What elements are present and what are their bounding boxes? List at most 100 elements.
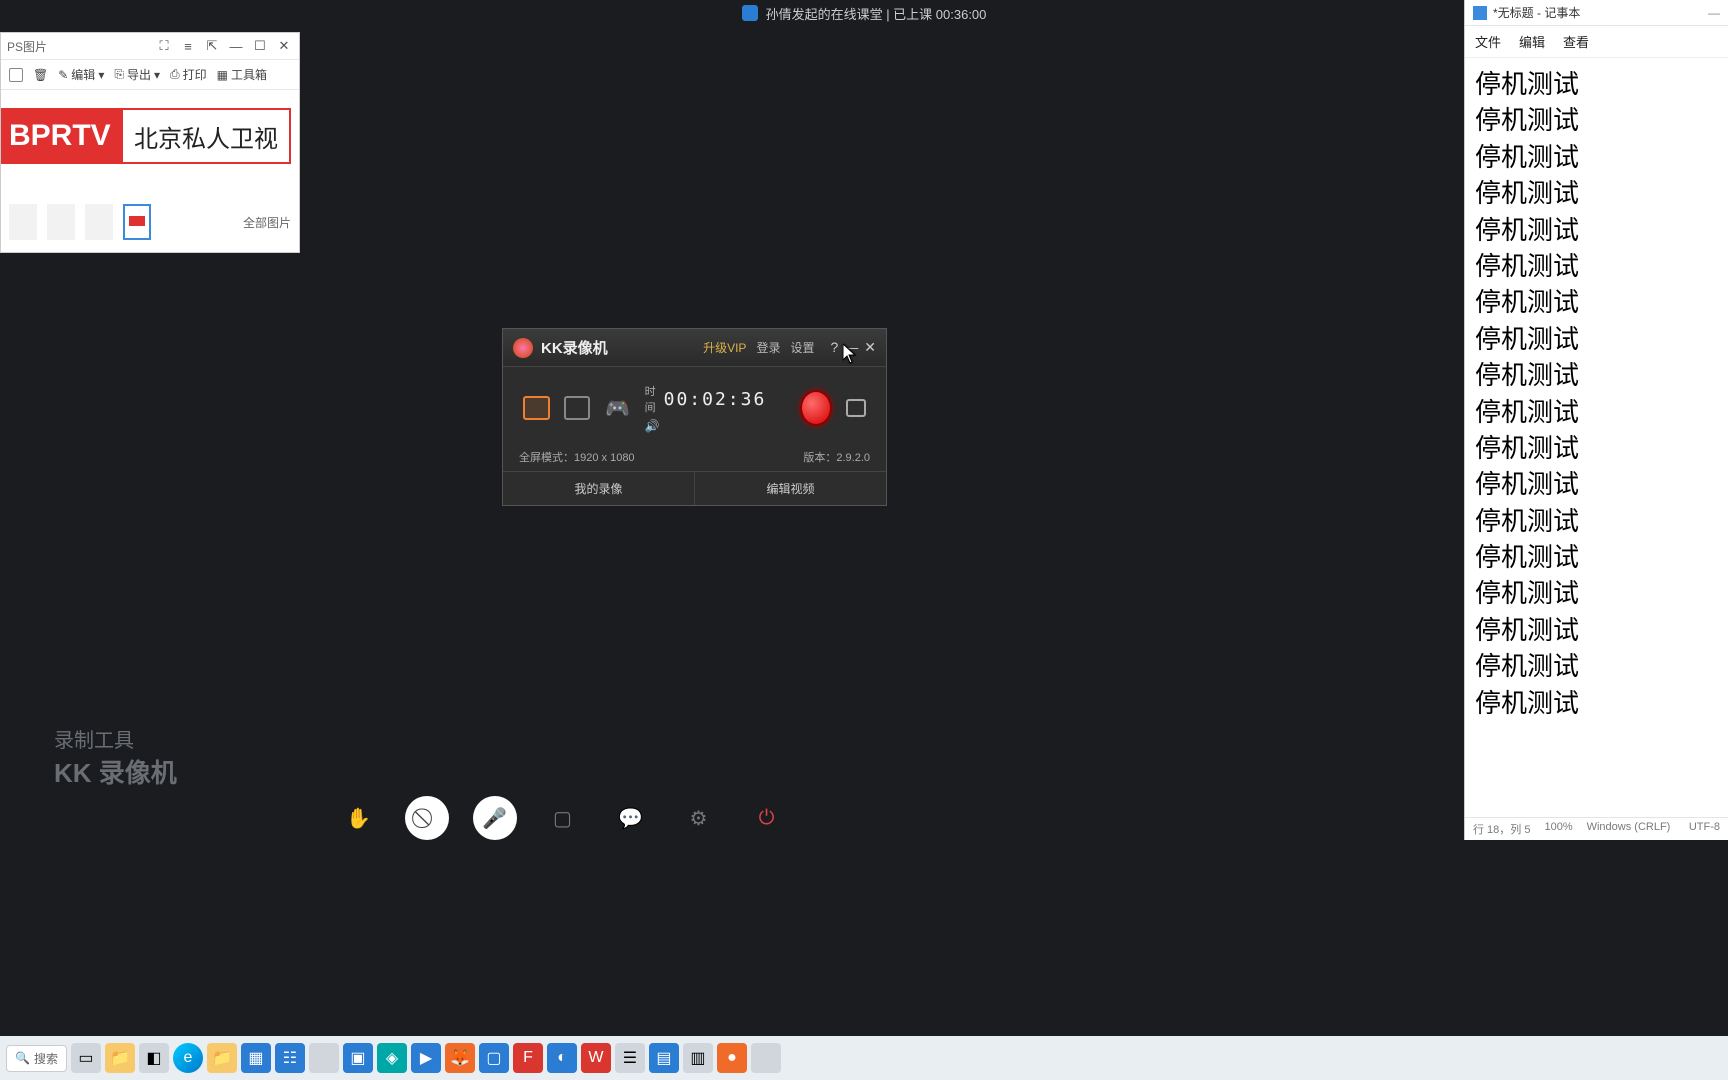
- edit-video-tab[interactable]: 编辑视频: [695, 472, 886, 505]
- notepad-titlebar[interactable]: *无标题 - 记事本 —: [1465, 0, 1728, 26]
- app-icon[interactable]: ☷: [275, 1043, 305, 1073]
- record-button[interactable]: [800, 390, 832, 426]
- firefox-icon[interactable]: 🦊: [445, 1043, 475, 1073]
- notepad-text-area[interactable]: 停机测试停机测试停机测试停机测试停机测试停机测试停机测试停机测试停机测试停机测试…: [1465, 58, 1728, 817]
- wps-export-button[interactable]: ⎘导出▾: [114, 66, 160, 83]
- task-view-icon[interactable]: ▭: [71, 1043, 101, 1073]
- windows-taskbar: 🔍 搜索 ▭ 📁 ◧ e 📁 ▦ ☷ ▣ ◈ ▶ 🦊 ▢ F ◐ W ☰ ▤ ▥…: [0, 1036, 1728, 1080]
- app-icon[interactable]: ◧: [139, 1043, 169, 1073]
- wps-image-window: PS图片 ⛶ ≡ ⇱ — ☐ ✕ 🗑 ✎编辑▾ ⎘导出▾ ⎙打印 ▦工具箱 BP…: [0, 32, 300, 253]
- fullscreen-mode-button[interactable]: [523, 396, 550, 420]
- class-icon: [742, 5, 758, 21]
- kk-taskbar-icon[interactable]: ●: [717, 1043, 747, 1073]
- taskbar-search[interactable]: 🔍 搜索: [6, 1045, 67, 1072]
- wps-tools-button[interactable]: ▦工具箱: [217, 66, 267, 83]
- list-icon[interactable]: ≡: [179, 37, 197, 55]
- time-label: 时间: [645, 383, 656, 415]
- notepad-line: 停机测试: [1475, 139, 1718, 175]
- wps-thumbnail-strip: 全部图片: [1, 192, 299, 252]
- kk-app-name: KK录像机: [541, 337, 608, 358]
- mouse-cursor: [843, 344, 857, 364]
- notepad-line: 停机测试: [1475, 612, 1718, 648]
- notepad-line: 停机测试: [1475, 575, 1718, 611]
- app-icon[interactable]: ▶: [411, 1043, 441, 1073]
- app-icon[interactable]: ▣: [343, 1043, 373, 1073]
- notepad-line: 停机测试: [1475, 503, 1718, 539]
- notepad-line: 停机测试: [1475, 102, 1718, 138]
- pin-icon[interactable]: ⇱: [203, 37, 221, 55]
- login-link[interactable]: 登录: [756, 339, 780, 356]
- watermark-line1: 录制工具: [54, 724, 177, 753]
- notepad-line: 停机测试: [1475, 357, 1718, 393]
- menu-file[interactable]: 文件: [1475, 32, 1501, 51]
- notepad-statusbar: 行 18，列 5 100% Windows (CRLF) UTF-8: [1465, 817, 1728, 840]
- thumbnail[interactable]: [9, 204, 37, 240]
- app-icon[interactable]: ◐: [547, 1043, 577, 1073]
- wps-edit-button[interactable]: ✎编辑▾: [58, 66, 104, 83]
- notepad-line: 停机测试: [1475, 175, 1718, 211]
- app-icon[interactable]: ▦: [241, 1043, 271, 1073]
- notepad-line: 停机测试: [1475, 321, 1718, 357]
- region-mode-button[interactable]: [564, 396, 591, 420]
- class-banner-text: 孙倩发起的在线课堂 | 已上课 00:36:00: [766, 4, 987, 23]
- app-icon[interactable]: ▢: [479, 1043, 509, 1073]
- chat-icon: 💬: [609, 796, 653, 840]
- help-icon[interactable]: ?: [830, 339, 838, 356]
- explorer-icon[interactable]: 📁: [105, 1043, 135, 1073]
- notepad-icon: [1473, 6, 1487, 20]
- logo-cn-text: 北京私人卫视: [123, 110, 289, 162]
- kk-logo-icon: [513, 338, 533, 358]
- wps-open-button[interactable]: [9, 66, 23, 83]
- my-recordings-tab[interactable]: 我的录像: [503, 472, 695, 505]
- notepad-line: 停机测试: [1475, 685, 1718, 721]
- app-icon[interactable]: ☰: [615, 1043, 645, 1073]
- app-icon[interactable]: ◈: [377, 1043, 407, 1073]
- upgrade-vip-link[interactable]: 升级VIP: [703, 339, 746, 356]
- maximize-icon[interactable]: ☐: [251, 37, 269, 55]
- thumbnail[interactable]: [47, 204, 75, 240]
- wps-titlebar[interactable]: PS图片 ⛶ ≡ ⇱ — ☐ ✕: [1, 33, 299, 60]
- wps-toolbar: 🗑 ✎编辑▾ ⎘导出▾ ⎙打印 ▦工具箱: [1, 60, 299, 90]
- menu-view[interactable]: 查看: [1563, 32, 1589, 51]
- all-images-link[interactable]: 全部图片: [243, 214, 291, 231]
- app-icon[interactable]: ▥: [683, 1043, 713, 1073]
- export-icon: ⎘: [114, 67, 124, 82]
- folder-icon[interactable]: 📁: [207, 1043, 237, 1073]
- watermark-line2: KK 录像机: [54, 753, 177, 790]
- wps-delete-button[interactable]: 🗑: [33, 66, 48, 83]
- notepad-line: 停机测试: [1475, 66, 1718, 102]
- thumbnail[interactable]: [85, 204, 113, 240]
- thumbnail-selected[interactable]: [123, 204, 151, 240]
- notepad-line: 停机测试: [1475, 466, 1718, 502]
- app-icon[interactable]: ▤: [649, 1043, 679, 1073]
- encoding: UTF-8: [1689, 821, 1720, 837]
- kk-titlebar[interactable]: KK录像机 升级VIP 登录 设置 ? — ✕: [503, 329, 886, 367]
- edge-icon[interactable]: e: [173, 1043, 203, 1073]
- app-icon[interactable]: F: [513, 1043, 543, 1073]
- cursor-position: 行 18，列 5: [1473, 821, 1530, 837]
- app-icon[interactable]: W: [581, 1043, 611, 1073]
- hand-icon: ✋: [337, 796, 381, 840]
- wps-title: PS图片: [7, 38, 47, 55]
- fullscreen-icon[interactable]: ⛶: [155, 37, 173, 55]
- close-icon[interactable]: ✕: [864, 339, 876, 356]
- screenshot-button[interactable]: [846, 399, 866, 417]
- game-mode-button[interactable]: 🎮: [604, 396, 630, 420]
- notepad-line: 停机测试: [1475, 284, 1718, 320]
- kk-recorder-window: KK录像机 升级VIP 登录 设置 ? — ✕ 🎮 时间 00:02:36 🔊 …: [502, 328, 887, 506]
- watermark: 录制工具 KK 录像机: [54, 724, 177, 790]
- sound-icon[interactable]: 🔊: [645, 419, 659, 433]
- wps-canvas: BPRTV 北京私人卫视: [1, 90, 299, 172]
- minimize-icon[interactable]: —: [1708, 6, 1720, 20]
- close-icon[interactable]: ✕: [275, 37, 293, 55]
- grid-icon: ▦: [217, 68, 228, 82]
- menu-edit[interactable]: 编辑: [1519, 32, 1545, 51]
- app-icon[interactable]: [751, 1043, 781, 1073]
- settings-link[interactable]: 设置: [790, 339, 814, 356]
- wps-image: BPRTV 北京私人卫视: [1, 108, 291, 164]
- wps-print-button[interactable]: ⎙打印: [170, 66, 207, 83]
- mode-info: 全屏模式：1920 x 1080: [519, 449, 635, 465]
- notepad-title: *无标题 - 记事本: [1493, 4, 1580, 21]
- minimize-icon[interactable]: —: [227, 37, 245, 55]
- app-icon[interactable]: [309, 1043, 339, 1073]
